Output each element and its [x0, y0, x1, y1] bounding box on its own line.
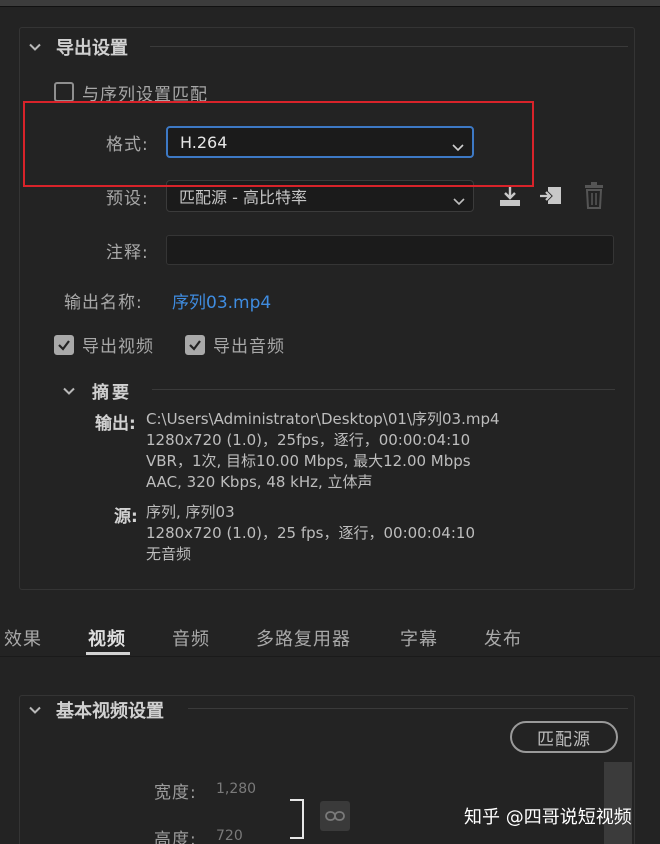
tab-video[interactable]: 视频	[88, 625, 126, 651]
output-name-label: 输出名称:	[64, 293, 143, 313]
export-audio-checkbox[interactable]	[185, 335, 205, 355]
comment-label: 注释:	[106, 243, 149, 263]
tab-multiplexer[interactable]: 多路复用器	[256, 625, 351, 651]
height-label: 高度:	[154, 830, 197, 844]
watermark-text: 知乎 @四哥说短视频	[464, 807, 632, 828]
summary-source-line: 序列, 序列03	[146, 503, 235, 521]
height-value[interactable]: 720	[216, 828, 243, 844]
summary-output-line: AAC, 320 Kbps, 48 kHz, 立体声	[146, 473, 373, 491]
export-settings-header[interactable]: 导出设置	[28, 34, 128, 60]
preset-value: 匹配源 - 高比特率	[179, 188, 307, 207]
header-rule	[150, 46, 628, 47]
summary-output-block: C:\Users\Administrator\Desktop\01\序列03.m…	[146, 409, 500, 493]
comment-input[interactable]	[166, 235, 614, 265]
summary-header[interactable]: 摘要	[62, 378, 132, 403]
export-video-label: 导出视频	[82, 337, 154, 357]
tab-captions[interactable]: 字幕	[400, 625, 438, 651]
match-sequence-checkbox[interactable]	[54, 82, 74, 102]
checkmark-icon	[58, 340, 70, 351]
summary-output-key: 输出:	[95, 414, 136, 434]
constrain-proportions-button[interactable]	[320, 801, 350, 831]
tab-effects[interactable]: 效果	[4, 625, 42, 651]
basic-video-settings-header[interactable]: 基本视频设置	[28, 697, 164, 723]
summary-source-key: 源:	[114, 507, 138, 527]
active-tab-indicator	[86, 652, 130, 655]
save-preset-icon[interactable]	[497, 183, 523, 213]
window-top-divider	[0, 6, 660, 7]
summary-output-line: VBR，1次, 目标10.00 Mbps, 最大12.00 Mbps	[146, 452, 471, 470]
width-value[interactable]: 1,280	[216, 781, 256, 797]
chevron-down-icon[interactable]	[62, 384, 76, 398]
summary-output-line: C:\Users\Administrator\Desktop\01\序列03.m…	[146, 410, 500, 428]
preset-label: 预设:	[106, 189, 149, 209]
match-source-button[interactable]: 匹配源	[510, 721, 618, 753]
summary-rule	[152, 389, 615, 390]
checkmark-icon	[189, 340, 201, 351]
aspect-bracket	[290, 799, 304, 839]
export-audio-label: 导出音频	[213, 337, 285, 357]
import-preset-icon[interactable]	[538, 183, 564, 213]
chevron-down-icon[interactable]	[28, 40, 42, 54]
export-video-checkbox[interactable]	[54, 335, 74, 355]
summary-source-line: 无音频	[146, 545, 192, 563]
summary-output-line: 1280x720 (1.0)，25fps，逐行，00:00:04:10	[146, 431, 471, 449]
tab-publish[interactable]: 发布	[484, 625, 522, 651]
delete-preset-icon[interactable]	[582, 182, 606, 214]
summary-source-line: 1280x720 (1.0)，25 fps，逐行，00:00:04:10	[146, 524, 475, 542]
format-highlight-box	[23, 101, 534, 187]
chevron-down-icon[interactable]	[28, 703, 42, 717]
chain-link-icon	[325, 811, 345, 821]
width-label: 宽度:	[154, 783, 197, 803]
tab-audio[interactable]: 音频	[172, 625, 210, 651]
tabs-divider	[0, 656, 660, 657]
summary-source-block: 序列, 序列03 1280x720 (1.0)，25 fps，逐行，00:00:…	[146, 502, 475, 565]
summary-title: 摘要	[92, 383, 132, 403]
export-settings-title: 导出设置	[56, 38, 128, 59]
basic-video-rule	[188, 708, 628, 709]
basic-video-settings-title: 基本视频设置	[56, 701, 164, 722]
output-name-link[interactable]: 序列03.mp4	[172, 288, 271, 313]
chevron-down-icon	[453, 191, 465, 210]
